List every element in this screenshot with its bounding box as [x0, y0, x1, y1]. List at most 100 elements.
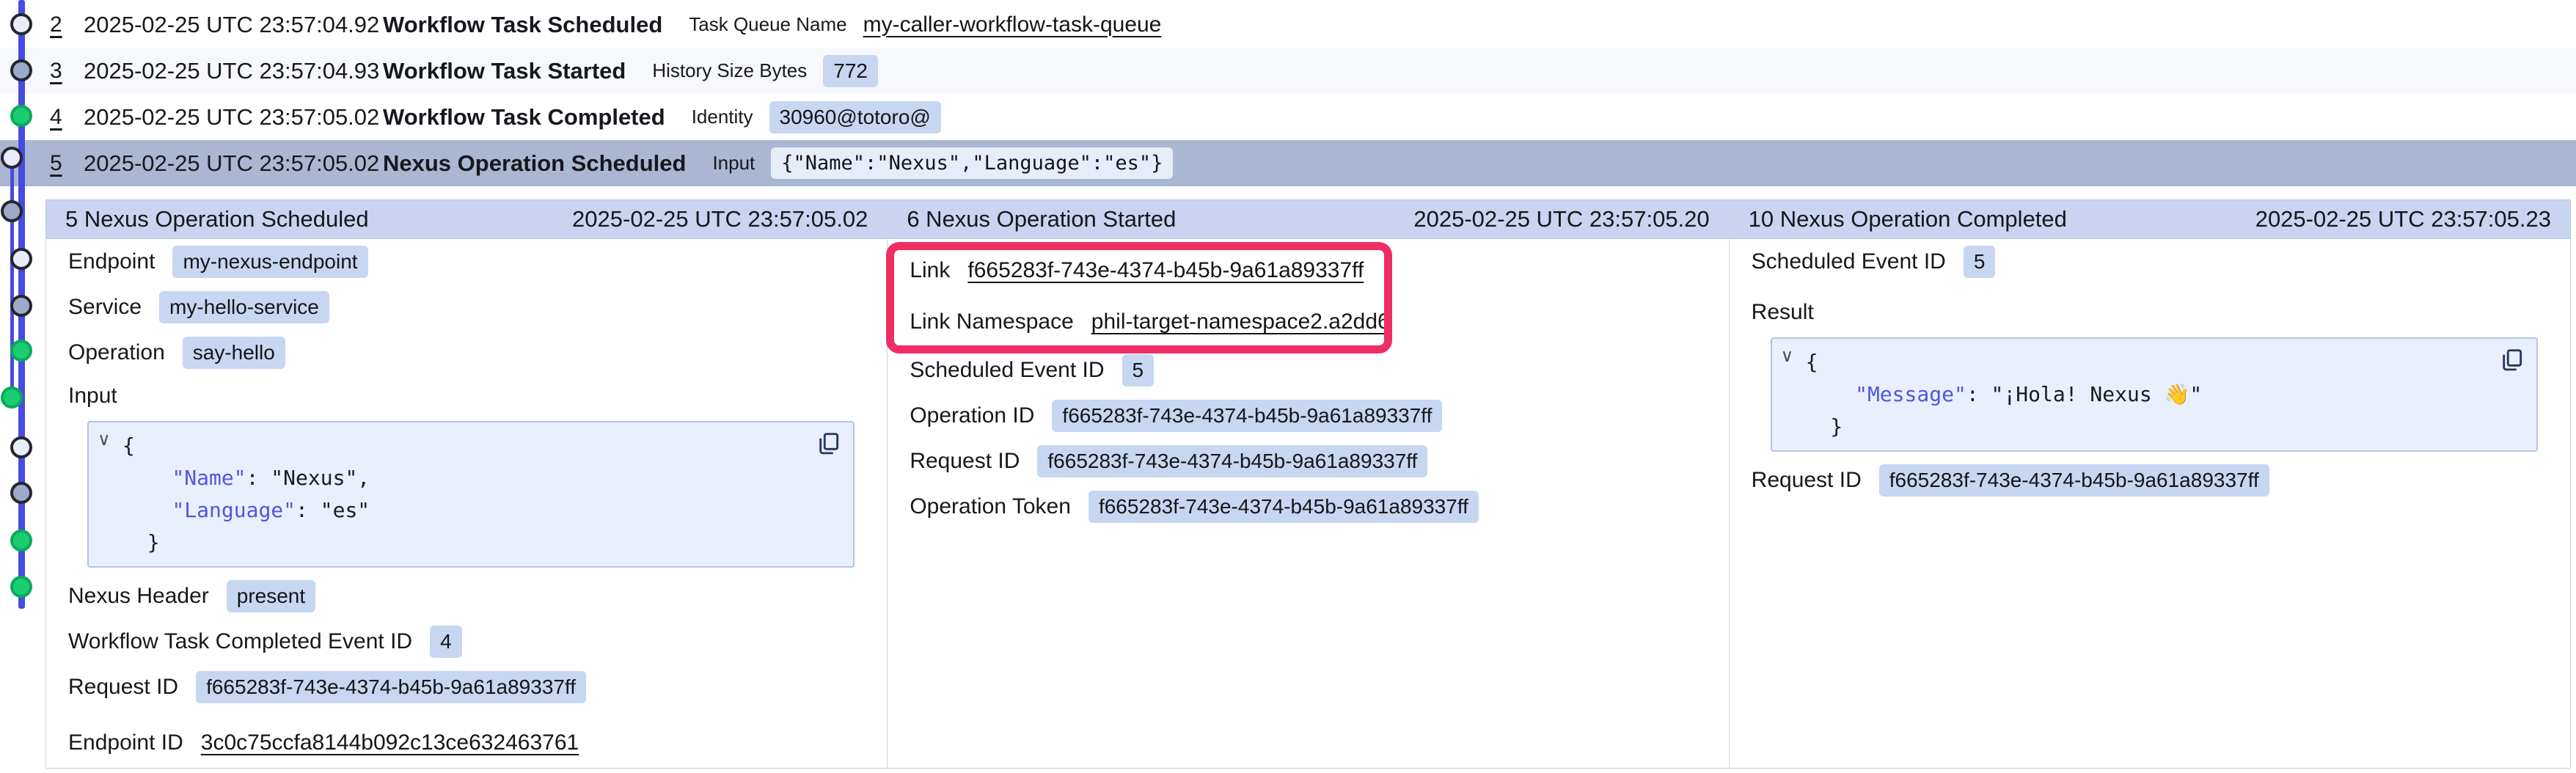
- json-text: {: [122, 433, 135, 458]
- panel-timestamp: 2025-02-25 UTC 23:57:05.02: [572, 206, 868, 232]
- field-label: Request ID: [68, 675, 178, 700]
- timeline-dot-open: [10, 248, 32, 270]
- event-time: 2025-02-25 UTC 23:57:04.93: [84, 58, 383, 84]
- panel-header: 6 Nexus Operation Started2025-02-25 UTC …: [888, 199, 1728, 239]
- event-number-link[interactable]: 2: [50, 12, 70, 37]
- code-line: {: [122, 430, 802, 462]
- event-number-link[interactable]: 5: [50, 151, 70, 176]
- event-attr-label: Task Queue Name: [689, 13, 846, 36]
- event-attr-value-badge: 772: [823, 55, 878, 87]
- field-label: Operation ID: [910, 403, 1034, 428]
- panel-timestamp: 2025-02-25 UTC 23:57:05.23: [2255, 206, 2551, 232]
- timeline-dot-green: [10, 530, 32, 552]
- field-value-link[interactable]: phil-target-namespace2.a2dd6: [1091, 309, 1390, 334]
- event-number-link[interactable]: 4: [50, 105, 70, 130]
- event-attr-label: Identity: [692, 106, 753, 128]
- field-value-badge: 4: [430, 626, 462, 658]
- event-attr-label: History Size Bytes: [652, 59, 807, 82]
- code-line: }: [1806, 411, 2485, 443]
- field-row: Request ID f665283f-743e-4374-b45b-9a61a8…: [910, 439, 1728, 484]
- field-row: Scheduled Event ID5: [1752, 239, 2570, 285]
- field-label: Workflow Task Completed Event ID: [68, 629, 412, 654]
- json-text: : "es": [296, 498, 370, 522]
- json-text: }: [122, 530, 160, 554]
- event-name: Workflow Task Started: [383, 58, 626, 84]
- timeline-dot-green: [10, 105, 32, 127]
- field-value-link[interactable]: 3c0c75ccfa8144b092c13ce632463761: [201, 730, 579, 755]
- timeline-dot-green: [1, 386, 23, 409]
- event-attr-value-link[interactable]: my-caller-workflow-task-queue: [863, 12, 1162, 37]
- field-label: Link Namespace: [910, 309, 1073, 334]
- copy-icon[interactable]: [2497, 346, 2526, 377]
- json-text: : "Nexus",: [246, 466, 370, 490]
- field-row: Workflow Task Completed Event ID 4: [68, 619, 887, 664]
- field-label: Scheduled Event ID: [1752, 249, 1946, 274]
- json-code-block: ∨ { "Name": "Nexus", "Language": "es" }: [87, 421, 855, 568]
- field-row: Request IDf665283f-743e-4374-b45b-9a61a8…: [1752, 458, 2570, 503]
- panel-title: 5 Nexus Operation Scheduled: [65, 206, 369, 232]
- collapse-chevron-icon[interactable]: ∨: [98, 431, 111, 449]
- event-attr-value-badge: 30960@totoro@: [769, 101, 941, 133]
- field-row: Endpoint ID 3c0c75ccfa8144b092c13ce632463…: [68, 720, 887, 766]
- field-label: Scheduled Event ID: [910, 358, 1104, 383]
- detail-panel: 6 Nexus Operation Started2025-02-25 UTC …: [888, 199, 1729, 768]
- field-label: Service: [68, 295, 142, 320]
- event-attr-label: Input: [712, 152, 755, 175]
- field-label: Request ID: [1752, 468, 1862, 493]
- timeline-dot-gray: [10, 59, 32, 81]
- event-row[interactable]: 42025-02-25 UTC 23:57:05.02Workflow Task…: [0, 94, 2576, 140]
- event-name: Nexus Operation Scheduled: [383, 150, 686, 177]
- timeline-dot-gray: [1, 200, 23, 222]
- copy-icon[interactable]: [813, 430, 843, 461]
- spacer: [68, 568, 887, 574]
- field-row: Link f665283f-743e-4374-b45b-9a61a89337ff: [910, 245, 1728, 296]
- field-label: Nexus Header: [68, 584, 209, 609]
- spacer: [68, 710, 887, 720]
- field-value-badge: my-nexus-endpoint: [172, 246, 367, 278]
- event-name: Workflow Task Completed: [383, 104, 665, 131]
- code-line: "Message": "¡Hola! Nexus 👋": [1806, 378, 2485, 411]
- json-text: }: [1806, 414, 1843, 439]
- spacer: [1752, 452, 2570, 458]
- field-label: Input: [68, 375, 887, 417]
- field-row: Service my-hello-service: [68, 285, 887, 330]
- json-key: "Name": [172, 466, 246, 490]
- code-line: {: [1806, 346, 2485, 378]
- panel-body: Scheduled Event ID5Result∨{ "Message": "…: [1730, 239, 2570, 503]
- json-key: "Language": [172, 498, 296, 522]
- collapse-chevron-icon[interactable]: ∨: [1781, 348, 1794, 365]
- panel-title: 10 Nexus Operation Completed: [1749, 206, 2067, 232]
- event-row[interactable]: 3 2025-02-25 UTC 23:57:04.93Workflow Task…: [0, 48, 2576, 94]
- timeline-dot-gray: [10, 295, 32, 317]
- timeline-dot-green: [10, 576, 32, 598]
- timeline-dot-gray: [10, 482, 32, 504]
- timeline-branch-line: [10, 158, 14, 398]
- field-value-badge: say-hello: [183, 337, 285, 369]
- field-value-badge: 5: [1122, 354, 1155, 386]
- field-value-link[interactable]: f665283f-743e-4374-b45b-9a61a89337ff: [967, 258, 1364, 283]
- field-label: Endpoint: [68, 249, 155, 274]
- json-text: [122, 466, 172, 490]
- json-text: [1806, 382, 1855, 406]
- panel-body: Endpoint my-nexus-endpoint Service my-hello…: [46, 239, 887, 766]
- event-row[interactable]: 5 2025-02-25 UTC 23:57:05.02Nexus Operati…: [0, 140, 2576, 186]
- panel-timestamp: 2025-02-25 UTC 23:57:05.20: [1413, 206, 1709, 232]
- timeline-dot-open: [10, 13, 32, 35]
- field-label: Link: [910, 258, 950, 283]
- field-label: Operation Token: [910, 494, 1071, 519]
- field-label: Endpoint ID: [68, 730, 183, 755]
- field-label: Request ID: [910, 449, 1020, 474]
- field-value-badge: f665283f-743e-4374-b45b-9a61a89337ff: [1037, 445, 1427, 477]
- event-number-link[interactable]: 3: [50, 59, 70, 84]
- field-value-badge: my-hello-service: [159, 291, 329, 323]
- event-attr-value-badge: {"Name":"Nexus","Language":"es"}: [771, 147, 1173, 179]
- event-time: 2025-02-25 UTC 23:57:05.02: [84, 150, 383, 177]
- timeline-dot-green: [10, 340, 32, 362]
- event-time: 2025-02-25 UTC 23:57:04.92: [84, 12, 383, 38]
- json-code-block: ∨ { "Message": "¡Hola! Nexus 👋" }: [1771, 337, 2538, 452]
- field-label: Operation: [68, 340, 165, 365]
- json-key: "Message": [1855, 382, 1966, 406]
- field-row: Endpoint my-nexus-endpoint: [68, 239, 887, 285]
- event-row[interactable]: 22025-02-25 UTC 23:57:04.92Workflow Task…: [0, 1, 2576, 48]
- panel-body: Link f665283f-743e-4374-b45b-9a61a89337ff…: [888, 245, 1728, 530]
